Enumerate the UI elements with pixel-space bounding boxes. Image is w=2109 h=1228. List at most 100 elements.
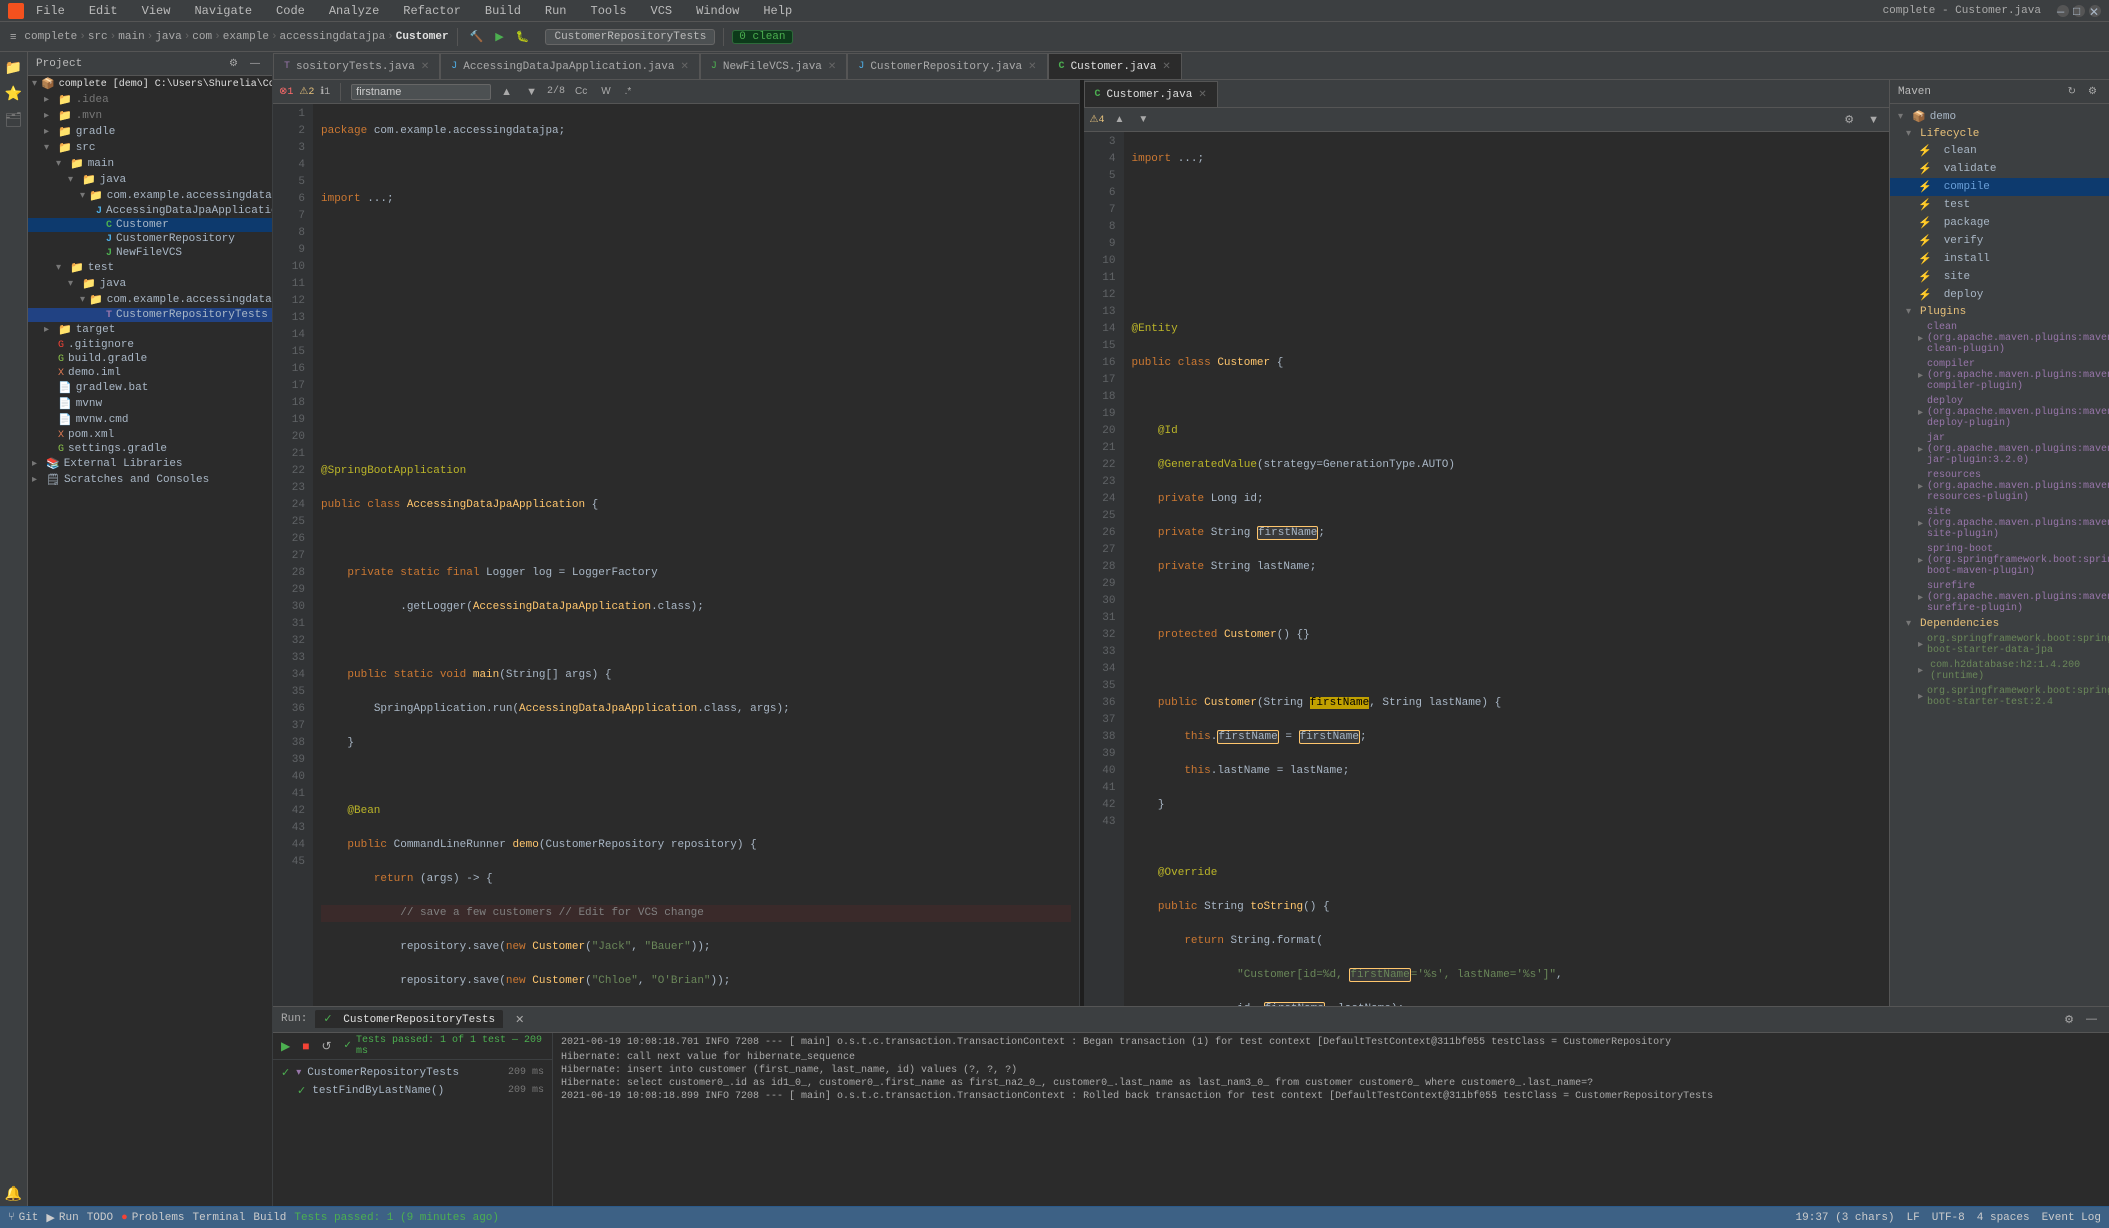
- maven-plugin-surefire[interactable]: ▸ surefire (org.apache.maven.plugins:mav…: [1890, 579, 2109, 616]
- maven-dep-h2[interactable]: ▸ com.h2database:h2:1.4.200 (runtime): [1890, 658, 2109, 684]
- run-play-button[interactable]: ▶: [277, 1037, 294, 1055]
- tree-item-external-libs[interactable]: ▸ 📚 External Libraries: [28, 456, 272, 472]
- maven-verify[interactable]: ⚡ verify: [1890, 232, 2109, 250]
- maven-plugins-header[interactable]: ▾ Plugins: [1890, 304, 2109, 320]
- maven-plugin-deploy[interactable]: ▸ deploy (org.apache.maven.plugins:maven…: [1890, 394, 2109, 431]
- menu-help[interactable]: Help: [759, 2, 796, 20]
- run-stop-button[interactable]: ■: [298, 1037, 313, 1055]
- maximize-button[interactable]: □: [2073, 5, 2085, 17]
- tree-item-idea[interactable]: ▸ 📁 .idea: [28, 92, 272, 108]
- search-word-button[interactable]: W: [597, 84, 614, 99]
- maven-deploy[interactable]: ⚡ deploy: [1890, 286, 2109, 304]
- status-git[interactable]: ⑂ Git: [8, 1212, 38, 1224]
- tab-customerrepository[interactable]: J CustomerRepository.java ✕: [847, 53, 1047, 79]
- tree-item-mvnw[interactable]: 📄 mvnw: [28, 396, 272, 412]
- maven-deps-header[interactable]: ▾ Dependencies: [1890, 616, 2109, 632]
- maven-plugin-resources[interactable]: ▸ resources (org.apache.maven.plugins:ma…: [1890, 468, 2109, 505]
- build-button[interactable]: 🔨: [466, 28, 488, 45]
- status-position[interactable]: 19:37 (3 chars): [1796, 1212, 1895, 1224]
- menu-edit[interactable]: Edit: [85, 2, 122, 20]
- menu-vcs[interactable]: VCS: [647, 2, 677, 20]
- status-encoding[interactable]: UTF-8: [1932, 1212, 1965, 1224]
- editor-left-code[interactable]: 12345 678910 1112131415 1617181920 21222…: [273, 104, 1079, 1006]
- tab-close-customer[interactable]: ✕: [1162, 61, 1170, 73]
- maven-test[interactable]: ⚡ test: [1890, 196, 2109, 214]
- tree-item-mvnwcmd[interactable]: 📄 mvnw.cmd: [28, 412, 272, 428]
- menu-analyze[interactable]: Analyze: [325, 2, 383, 20]
- tree-item-customerrepositorytests[interactable]: T CustomerRepositoryTests: [28, 308, 272, 322]
- menu-navigate[interactable]: Navigate: [190, 2, 256, 20]
- search-prev-button[interactable]: ▲: [497, 84, 516, 100]
- tree-item-scratches[interactable]: ▸ 🗒 Scratches and Consoles: [28, 472, 272, 488]
- tree-item-accessingdatajpa[interactable]: J AccessingDataJpaApplication: [28, 204, 272, 218]
- sidebar-icon-structure[interactable]: 🗂: [2, 108, 26, 132]
- maven-plugin-compiler[interactable]: ▸ compiler (org.apache.maven.plugins:mav…: [1890, 357, 2109, 394]
- tab-customer-java[interactable]: C Customer.java ✕: [1048, 53, 1182, 79]
- right-toolbar-prev[interactable]: ▲: [1110, 112, 1128, 127]
- menu-code[interactable]: Code: [272, 2, 309, 20]
- tree-item-pomxml[interactable]: X pom.xml: [28, 428, 272, 442]
- tab-close-newfilevcs[interactable]: ✕: [828, 61, 836, 73]
- status-problems[interactable]: ● Problems: [121, 1212, 184, 1224]
- tab-close-customerrepository[interactable]: ✕: [1028, 61, 1036, 73]
- tree-item-com-example[interactable]: ▾ 📁 com.example.accessingdatajpa: [28, 188, 272, 204]
- tree-item-demoiml[interactable]: X demo.iml: [28, 366, 272, 380]
- right-toolbar-filter[interactable]: ▼: [1864, 112, 1883, 128]
- sidebar-icon-project[interactable]: 📁: [2, 56, 26, 80]
- tree-item-gitignore[interactable]: G .gitignore: [28, 338, 272, 352]
- maven-clean[interactable]: ⚡ clean: [1890, 142, 2109, 160]
- maven-compile[interactable]: ⚡ compile: [1890, 178, 2109, 196]
- menu-file[interactable]: File: [32, 2, 69, 20]
- status-indent[interactable]: 4 spaces: [1977, 1212, 2030, 1224]
- status-linesep[interactable]: LF: [1907, 1212, 1920, 1224]
- tree-item-customer[interactable]: C Customer: [28, 218, 272, 232]
- search-case-button[interactable]: Cc: [571, 84, 591, 99]
- sidebar-icon-favorites[interactable]: ⭐: [2, 82, 26, 106]
- menu-build[interactable]: Build: [481, 2, 525, 20]
- menu-window[interactable]: Window: [692, 2, 743, 20]
- right-toolbar-next[interactable]: ▼: [1134, 112, 1152, 127]
- toolbar-project-button[interactable]: ≡: [6, 29, 20, 45]
- tab-close-customer-right[interactable]: ✕: [1198, 89, 1206, 101]
- tree-item-buildgradle[interactable]: G build.gradle: [28, 352, 272, 366]
- tree-item-src[interactable]: ▾ 📁 src: [28, 140, 272, 156]
- breadcrumb-accessingdatajpa[interactable]: accessingdatajpa: [280, 31, 386, 43]
- bottom-panel-settings[interactable]: ⚙: [2060, 1011, 2078, 1028]
- menu-view[interactable]: View: [138, 2, 175, 20]
- tab-close-accessingdatajpa[interactable]: ✕: [680, 61, 688, 73]
- tree-item-gradle[interactable]: ▸ 📁 gradle: [28, 124, 272, 140]
- bottom-tab-run[interactable]: ✓ CustomerRepositoryTests: [315, 1010, 503, 1028]
- test-suite-item[interactable]: ✓ ▾ CustomerRepositoryTests 209 ms: [273, 1064, 552, 1082]
- breadcrumb-src[interactable]: src: [88, 31, 108, 43]
- tree-item-java[interactable]: ▾ 📁 java: [28, 172, 272, 188]
- breadcrumb-com[interactable]: com: [192, 31, 212, 43]
- right-toolbar-settings[interactable]: ⚙: [1840, 111, 1858, 128]
- menu-refactor[interactable]: Refactor: [399, 2, 465, 20]
- test-method-item[interactable]: ✓ testFindByLastName() 209 ms: [273, 1082, 552, 1100]
- tab-close-repositorytests[interactable]: ✕: [421, 61, 429, 73]
- minimize-button[interactable]: —: [2057, 5, 2069, 17]
- run-button[interactable]: ▶: [491, 28, 507, 45]
- maven-project-demo[interactable]: ▾ 📦 demo: [1890, 108, 2109, 126]
- run-config[interactable]: CustomerRepositoryTests: [545, 29, 715, 45]
- tree-item-newfilevcs[interactable]: J NewFileVCS: [28, 246, 272, 260]
- tab-repositorytests[interactable]: T sositoryTests.java ✕: [273, 53, 440, 79]
- maven-dep-springboot-data[interactable]: ▸ org.springframework.boot:spring-boot-s…: [1890, 632, 2109, 658]
- tree-item-customerrepository[interactable]: J CustomerRepository: [28, 232, 272, 246]
- maven-site[interactable]: ⚡ site: [1890, 268, 2109, 286]
- menu-tools[interactable]: Tools: [587, 2, 631, 20]
- menu-run[interactable]: Run: [541, 2, 571, 20]
- tree-item-mvn[interactable]: ▸ 📁 .mvn: [28, 108, 272, 124]
- status-event-log[interactable]: Event Log: [2042, 1212, 2101, 1224]
- breadcrumb-customer[interactable]: Customer: [396, 31, 449, 43]
- maven-install[interactable]: ⚡ install: [1890, 250, 2109, 268]
- tree-item-target[interactable]: ▸ 📁 target: [28, 322, 272, 338]
- maven-lifecycle-header[interactable]: ▾ Lifecycle: [1890, 126, 2109, 142]
- maven-package[interactable]: ⚡ package: [1890, 214, 2109, 232]
- search-next-button[interactable]: ▼: [522, 84, 541, 100]
- sidebar-icon-notifications[interactable]: 🔔: [2, 1182, 26, 1206]
- breadcrumb-example[interactable]: example: [223, 31, 269, 43]
- close-button[interactable]: ✕: [2089, 5, 2101, 17]
- status-terminal[interactable]: Terminal: [193, 1212, 246, 1224]
- maven-dep-springboot-test[interactable]: ▸ org.springframework.boot:spring-boot-s…: [1890, 684, 2109, 710]
